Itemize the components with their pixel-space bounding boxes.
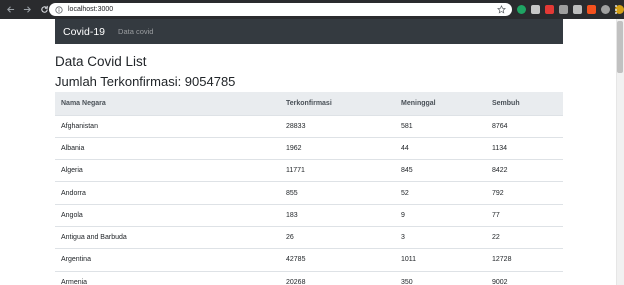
cell-recovered: 792: [486, 181, 563, 205]
cell-country: Antigua and Barbuda: [55, 225, 280, 249]
cell-deaths: 52: [395, 181, 486, 205]
extension-red-icon[interactable]: [545, 5, 554, 14]
cell-recovered: 12728: [486, 248, 563, 272]
extensions-area: [517, 3, 624, 16]
table-row: Antigua and Barbuda 26 3 22: [55, 225, 563, 249]
cell-country: Armenia: [55, 270, 280, 285]
extension-box-icon[interactable]: [573, 5, 582, 14]
cell-deaths: 1011: [395, 248, 486, 272]
table-row: Algeria 11771 845 8422: [55, 159, 563, 182]
table-row: Angola 183 9 77: [55, 203, 563, 227]
cell-confirmed: 1962: [280, 136, 395, 160]
cell-deaths: 44: [395, 136, 486, 160]
cell-deaths: 845: [395, 159, 486, 182]
page-title: Data Covid List: [55, 54, 147, 69]
table-row: Armenia 20268 350 9002: [55, 270, 563, 285]
info-icon[interactable]: [54, 5, 64, 15]
cell-country: Afghanistan: [55, 114, 280, 138]
nav-link-data-covid[interactable]: Data covid: [118, 27, 153, 36]
table-row: Andorra 855 52 792: [55, 181, 563, 205]
bookmark-star-icon[interactable]: [497, 5, 506, 14]
cell-country: Argentina: [55, 248, 280, 272]
cell-confirmed: 20268: [280, 270, 395, 285]
cell-deaths: 3: [395, 225, 486, 249]
navbar: Covid-19 Data covid: [55, 19, 563, 44]
browser-menu-icon[interactable]: [612, 3, 620, 16]
extension-camera-icon[interactable]: [531, 5, 540, 14]
cell-confirmed: 11771: [280, 159, 395, 182]
forward-arrow-icon[interactable]: [20, 3, 34, 17]
extension-orange-icon[interactable]: [587, 5, 596, 14]
cell-recovered: 1134: [486, 136, 563, 160]
cell-country: Angola: [55, 203, 280, 227]
extension-puzzle-icon[interactable]: [601, 5, 610, 14]
cell-recovered: 22: [486, 225, 563, 249]
table-row: Albania 1962 44 1134: [55, 136, 563, 160]
cell-deaths: 350: [395, 270, 486, 285]
total-confirmed: Jumlah Terkonfirmasi: 9054785: [55, 74, 236, 89]
cell-confirmed: 26: [280, 225, 395, 249]
table-row: Afghanistan 28833 581 8764: [55, 114, 563, 138]
back-arrow-icon[interactable]: [3, 3, 17, 17]
url-text: localhost:3000: [68, 6, 114, 13]
cell-recovered: 8422: [486, 159, 563, 182]
cell-confirmed: 855: [280, 181, 395, 205]
page-viewport: Covid-19 Data covid Data Covid List Juml…: [0, 19, 616, 285]
column-header-confirmed: Terkonfirmasi: [280, 92, 395, 116]
cell-confirmed: 183: [280, 203, 395, 227]
cell-confirmed: 28833: [280, 114, 395, 138]
extension-green-icon[interactable]: [517, 5, 526, 14]
cell-deaths: 9: [395, 203, 486, 227]
covid-table: Nama Negara Terkonfirmasi Meninggal Semb…: [55, 92, 563, 285]
cell-recovered: 9002: [486, 270, 563, 285]
column-header-deaths: Meninggal: [395, 92, 486, 116]
cell-country: Albania: [55, 136, 280, 160]
browser-toolbar: localhost:3000: [0, 0, 624, 19]
cell-country: Algeria: [55, 159, 280, 182]
scrollbar-thumb[interactable]: [617, 21, 623, 73]
address-bar[interactable]: localhost:3000: [49, 3, 512, 16]
cell-recovered: 8764: [486, 114, 563, 138]
column-header-country: Nama Negara: [55, 92, 280, 116]
cell-confirmed: 42785: [280, 248, 395, 272]
navbar-brand[interactable]: Covid-19: [63, 26, 105, 38]
column-header-recovered: Sembuh: [486, 92, 563, 116]
table-row: Argentina 42785 1011 12728: [55, 248, 563, 272]
cell-country: Andorra: [55, 181, 280, 205]
cell-recovered: 77: [486, 203, 563, 227]
extension-grey-icon[interactable]: [559, 5, 568, 14]
table-header-row: Nama Negara Terkonfirmasi Meninggal Semb…: [55, 92, 563, 116]
cell-deaths: 581: [395, 114, 486, 138]
